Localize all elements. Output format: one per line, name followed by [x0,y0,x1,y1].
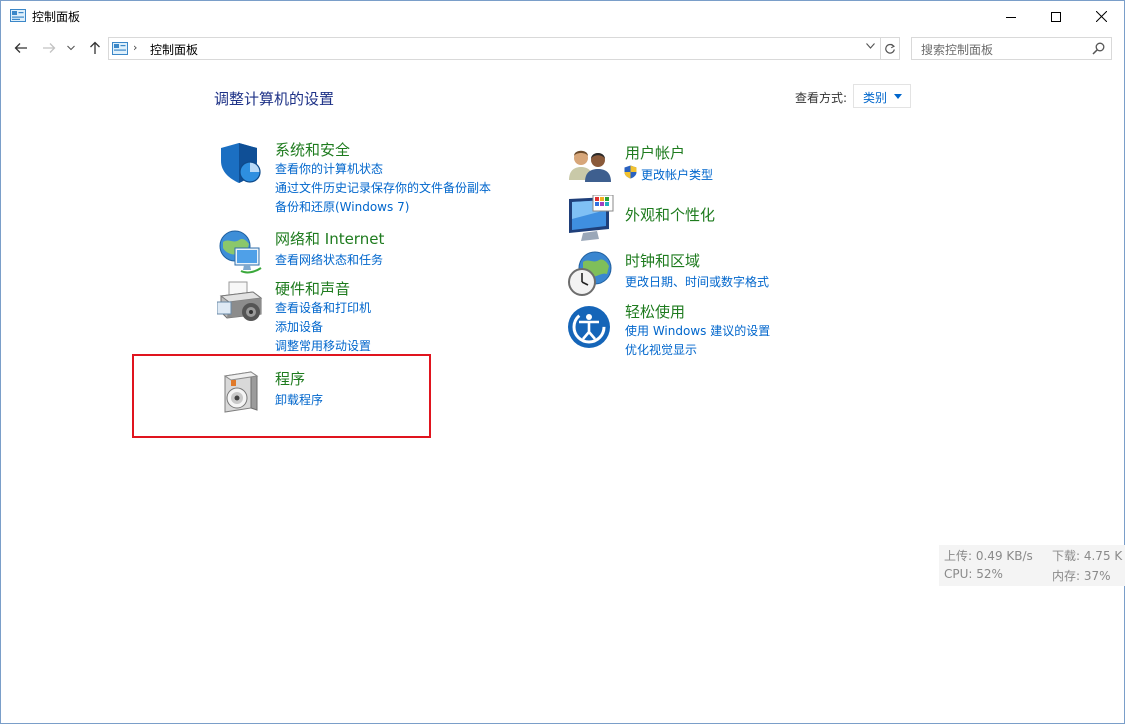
close-button[interactable] [1078,1,1124,32]
back-button[interactable] [11,38,31,58]
link-optimize-visual-display[interactable]: 优化视觉显示 [625,341,697,358]
link-devices-printers[interactable]: 查看设备和打印机 [275,299,371,316]
category-title[interactable]: 系统和安全 [275,139,350,160]
arrow-left-icon [14,43,27,53]
link-backup-restore[interactable]: 备份和还原(Windows 7) [275,198,409,215]
category-title[interactable]: 外观和个性化 [625,204,715,225]
view-by-value: 类别 [863,91,888,105]
users-icon[interactable] [567,142,615,190]
category-title[interactable]: 时钟和区域 [625,250,700,271]
dropdown-arrow-icon [894,94,902,99]
ease-of-access-icon[interactable] [567,301,615,349]
link-windows-recommended-settings[interactable]: 使用 Windows 建议的设置 [625,322,770,339]
breadcrumb-separator-icon: › [133,41,138,54]
minimize-button[interactable] [988,1,1034,32]
up-button[interactable] [85,38,105,58]
link-change-account-type[interactable]: 更改帐户类型 [641,166,713,183]
search-icon[interactable] [1092,42,1105,55]
control-panel-icon [112,42,128,55]
arrow-up-icon [90,41,100,54]
monitor-icon[interactable] [567,195,615,243]
minimize-icon [1006,16,1016,18]
memory-usage: 内存: 37% [1052,569,1111,583]
control-panel-icon [10,9,26,22]
clock-globe-icon[interactable] [567,250,615,298]
link-add-device[interactable]: 添加设备 [275,318,323,335]
link-network-status[interactable]: 查看网络状态和任务 [275,251,383,268]
address-dropdown-icon[interactable] [866,41,875,52]
breadcrumb-control-panel[interactable]: 控制面板 [150,41,198,58]
shield-icon[interactable] [217,139,265,187]
category-title[interactable]: 用户帐户 [625,142,685,163]
maximize-button[interactable] [1033,1,1079,32]
refresh-button[interactable] [881,37,900,60]
cpu-usage: CPU: 52% [944,567,1003,581]
link-file-history[interactable]: 通过文件历史记录保存你的文件备份副本 [275,179,491,196]
refresh-icon [885,43,896,54]
link-view-computer-status[interactable]: 查看你的计算机状态 [275,160,383,177]
network-globe-icon[interactable] [217,228,265,276]
category-title[interactable]: 网络和 Internet [275,228,384,249]
network-monitor-widget: 上传: 0.49 KB/s 下载: 4.75 K CPU: 52% 内存: 37… [939,545,1125,586]
title-bar: 控制面板 [1,1,1124,32]
view-by-dropdown[interactable]: 类别 [853,84,911,108]
printer-icon[interactable] [217,278,265,326]
chevron-down-icon [67,45,75,51]
page-title: 调整计算机的设置 [214,90,335,108]
recent-locations-button[interactable] [64,38,78,58]
address-bar[interactable]: › 控制面板 [108,37,881,60]
maximize-icon [1051,11,1061,22]
arrow-right-icon [43,43,56,53]
download-speed: 下载: 4.75 K [1052,549,1123,563]
highlight-box [132,354,431,438]
category-title[interactable]: 轻松使用 [625,301,685,322]
link-change-date-time-format[interactable]: 更改日期、时间或数字格式 [625,273,769,290]
upload-speed: 上传: 0.49 KB/s [944,549,1033,563]
view-by-label: 查看方式: [795,91,848,105]
link-mobility-settings[interactable]: 调整常用移动设置 [275,337,371,354]
window-title: 控制面板 [32,10,81,24]
control-panel-window: 控制面板 › 控制面板 搜索控制面板 调整计算机的设置 查看方式: 类别 系统和… [0,0,1125,724]
search-placeholder: 搜索控制面板 [921,43,994,57]
search-box[interactable]: 搜索控制面板 [911,37,1112,60]
category-title[interactable]: 硬件和声音 [275,278,350,299]
forward-button[interactable] [39,38,59,58]
uac-shield-icon [624,165,637,179]
close-icon [1095,11,1107,22]
